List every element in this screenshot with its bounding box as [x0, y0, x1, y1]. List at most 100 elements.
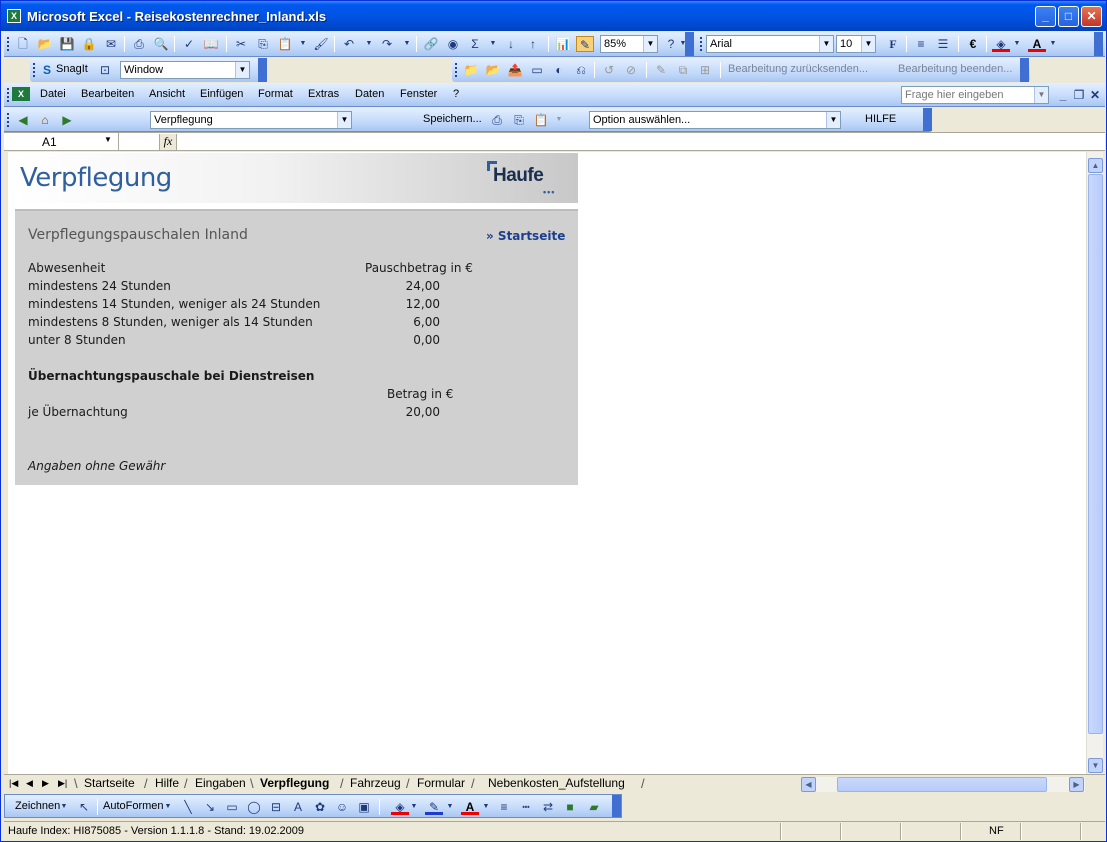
menu-format[interactable]: Format — [258, 88, 293, 100]
font-color-dropdown-icon[interactable]: ▼ — [1048, 36, 1058, 52]
autoshapes-dropdown-icon[interactable]: ▼ — [163, 799, 173, 815]
first-sheet-icon[interactable]: |◀ — [9, 778, 18, 789]
research-icon[interactable]: 📖 — [202, 36, 220, 52]
font-select[interactable]: Arial ▼ — [706, 35, 834, 53]
name-box[interactable]: A1 ▼ — [4, 133, 119, 150]
cut-icon[interactable]: ✂ — [232, 36, 250, 52]
home-icon[interactable]: ⌂ — [36, 112, 54, 128]
sort-descending-icon[interactable]: ↑ — [524, 36, 542, 52]
toolbar-overflow[interactable] — [612, 795, 621, 817]
toolbar-grip[interactable] — [33, 63, 36, 77]
fill-dropdown-icon[interactable]: ▼ — [409, 799, 419, 815]
protect-icon[interactable]: ⊞ — [696, 62, 714, 78]
maximize-button[interactable]: □ — [1058, 6, 1079, 27]
toolbar-grip[interactable] — [7, 113, 10, 127]
align-center-icon[interactable]: ☰ — [934, 36, 952, 52]
back-icon[interactable]: ◀ — [14, 112, 32, 128]
tab-eingaben[interactable]: Eingaben — [195, 776, 246, 790]
folder-send-icon[interactable]: 📤 — [506, 62, 524, 78]
font-size-select[interactable]: 10 ▼ — [836, 35, 876, 53]
chevron-down-icon[interactable]: ▼ — [337, 112, 351, 128]
comment-icon[interactable]: ▭ — [528, 62, 546, 78]
undo-icon[interactable]: ↶ — [340, 36, 358, 52]
last-sheet-icon[interactable]: ▶| — [58, 778, 67, 789]
arrow-icon[interactable]: ↘ — [201, 799, 219, 815]
chart-wizard-icon[interactable]: 📊 — [554, 36, 572, 52]
menu-einfuegen[interactable]: Einfügen — [200, 88, 243, 100]
reject-icon[interactable]: ⊘ — [622, 62, 640, 78]
scroll-down-icon[interactable]: ▼ — [1088, 758, 1103, 773]
new-icon[interactable]: 🗋 — [14, 36, 32, 52]
help-button[interactable]: HILFE — [865, 113, 896, 125]
research-globe-icon[interactable]: ◉ — [444, 36, 462, 52]
doc-close-icon[interactable]: ✕ — [1086, 87, 1104, 103]
chevron-down-icon[interactable]: ▼ — [1034, 87, 1048, 103]
zoom-select[interactable]: 85% ▼ — [600, 35, 658, 53]
shadow-icon[interactable]: ■ — [561, 799, 579, 815]
toolbar-overflow[interactable] — [258, 58, 267, 82]
scroll-left-icon[interactable]: ◀ — [801, 777, 816, 792]
chevron-down-icon[interactable]: ▼ — [819, 36, 833, 52]
snagit-icon[interactable]: S — [38, 62, 56, 78]
chevron-down-icon[interactable]: ▼ — [643, 36, 657, 52]
formula-input[interactable] — [179, 134, 1099, 150]
rectangle-icon[interactable]: ▭ — [223, 799, 241, 815]
tab-fahrzeug[interactable]: Fahrzeug — [350, 776, 401, 790]
undo-dropdown-icon[interactable]: ▼ — [364, 36, 374, 52]
track-changes-icon[interactable]: ⎌ — [572, 62, 590, 78]
autosum-icon[interactable]: Σ — [466, 36, 484, 52]
open-icon[interactable]: 📂 — [36, 36, 54, 52]
toolbar-overflow[interactable] — [923, 108, 932, 131]
toolbar-grip[interactable] — [7, 88, 10, 102]
paste-dropdown-icon[interactable]: ▼ — [298, 36, 308, 52]
fill-color-icon[interactable]: ◈ — [391, 799, 409, 815]
menu-ansicht[interactable]: Ansicht — [149, 88, 185, 100]
euro-icon[interactable]: € — [964, 36, 982, 52]
copy-icon[interactable]: ⎘ — [510, 112, 528, 128]
sort-ascending-icon[interactable]: ↓ — [502, 36, 520, 52]
3d-icon[interactable]: ▰ — [585, 799, 603, 815]
font-color-icon[interactable]: A — [1028, 36, 1046, 52]
startseite-link[interactable]: » Startseite — [486, 229, 565, 243]
title-bar[interactable]: X Microsoft Excel - Reisekostenrechner_I… — [1, 1, 1106, 31]
drawing-icon[interactable]: ✎ — [576, 36, 594, 52]
draw-menu-button[interactable]: Zeichnen — [15, 800, 60, 812]
diagram-icon[interactable]: ✿ — [311, 799, 329, 815]
print-icon[interactable]: ⎙ — [488, 112, 506, 128]
tab-startseite[interactable]: Startseite — [84, 776, 135, 790]
redo-icon[interactable]: ↷ — [378, 36, 396, 52]
bold-button[interactable]: F — [884, 36, 902, 52]
highlight-icon[interactable]: ◐ — [550, 62, 568, 78]
menu-extras[interactable]: Extras — [308, 88, 339, 100]
fill-color-icon[interactable]: ◈ — [992, 36, 1010, 52]
chevron-down-icon[interactable]: ▼ — [235, 62, 249, 78]
chevron-down-icon[interactable]: ▼ — [104, 135, 112, 144]
hyperlink-icon[interactable]: 🔗 — [422, 36, 440, 52]
tab-nebenkosten[interactable]: Nebenkosten_Aufstellung — [488, 776, 625, 790]
tab-verpflegung[interactable]: Verpflegung — [260, 776, 329, 790]
line-icon[interactable]: ╲ — [179, 799, 197, 815]
autosum-dropdown-icon[interactable]: ▼ — [488, 36, 498, 52]
folder-open-icon[interactable]: 📂 — [484, 62, 502, 78]
toolbar-overflow[interactable] — [1020, 58, 1029, 82]
insert-function-button[interactable]: fx — [159, 134, 177, 150]
menu-fenster[interactable]: Fenster — [400, 88, 437, 100]
accept-icon[interactable]: ↺ — [600, 62, 618, 78]
line-color-icon[interactable]: ✎ — [425, 799, 443, 815]
help-search-input[interactable]: Frage hier eingeben ▼ — [901, 86, 1049, 104]
excel-app-icon[interactable]: X — [7, 9, 21, 23]
format-painter-icon[interactable]: 🖌 — [312, 36, 330, 52]
folder-icon[interactable]: 📁 — [462, 62, 480, 78]
redo-dropdown-icon[interactable]: ▼ — [402, 36, 412, 52]
clipart-icon[interactable]: ☺ — [333, 799, 351, 815]
line-style-icon[interactable]: ≡ — [495, 799, 513, 815]
tab-hilfe[interactable]: Hilfe — [155, 776, 179, 790]
close-button[interactable]: ✕ — [1081, 6, 1102, 27]
excel-doc-icon[interactable]: X — [12, 87, 30, 101]
toolbar-overflow[interactable] — [1094, 32, 1103, 56]
snagit-button[interactable]: SnagIt — [56, 63, 88, 75]
picture-icon[interactable]: ▣ — [355, 799, 373, 815]
paste-icon[interactable]: 📋 — [276, 36, 294, 52]
wordart-icon[interactable]: A — [289, 799, 307, 815]
next-sheet-icon[interactable]: ▶ — [42, 778, 49, 789]
